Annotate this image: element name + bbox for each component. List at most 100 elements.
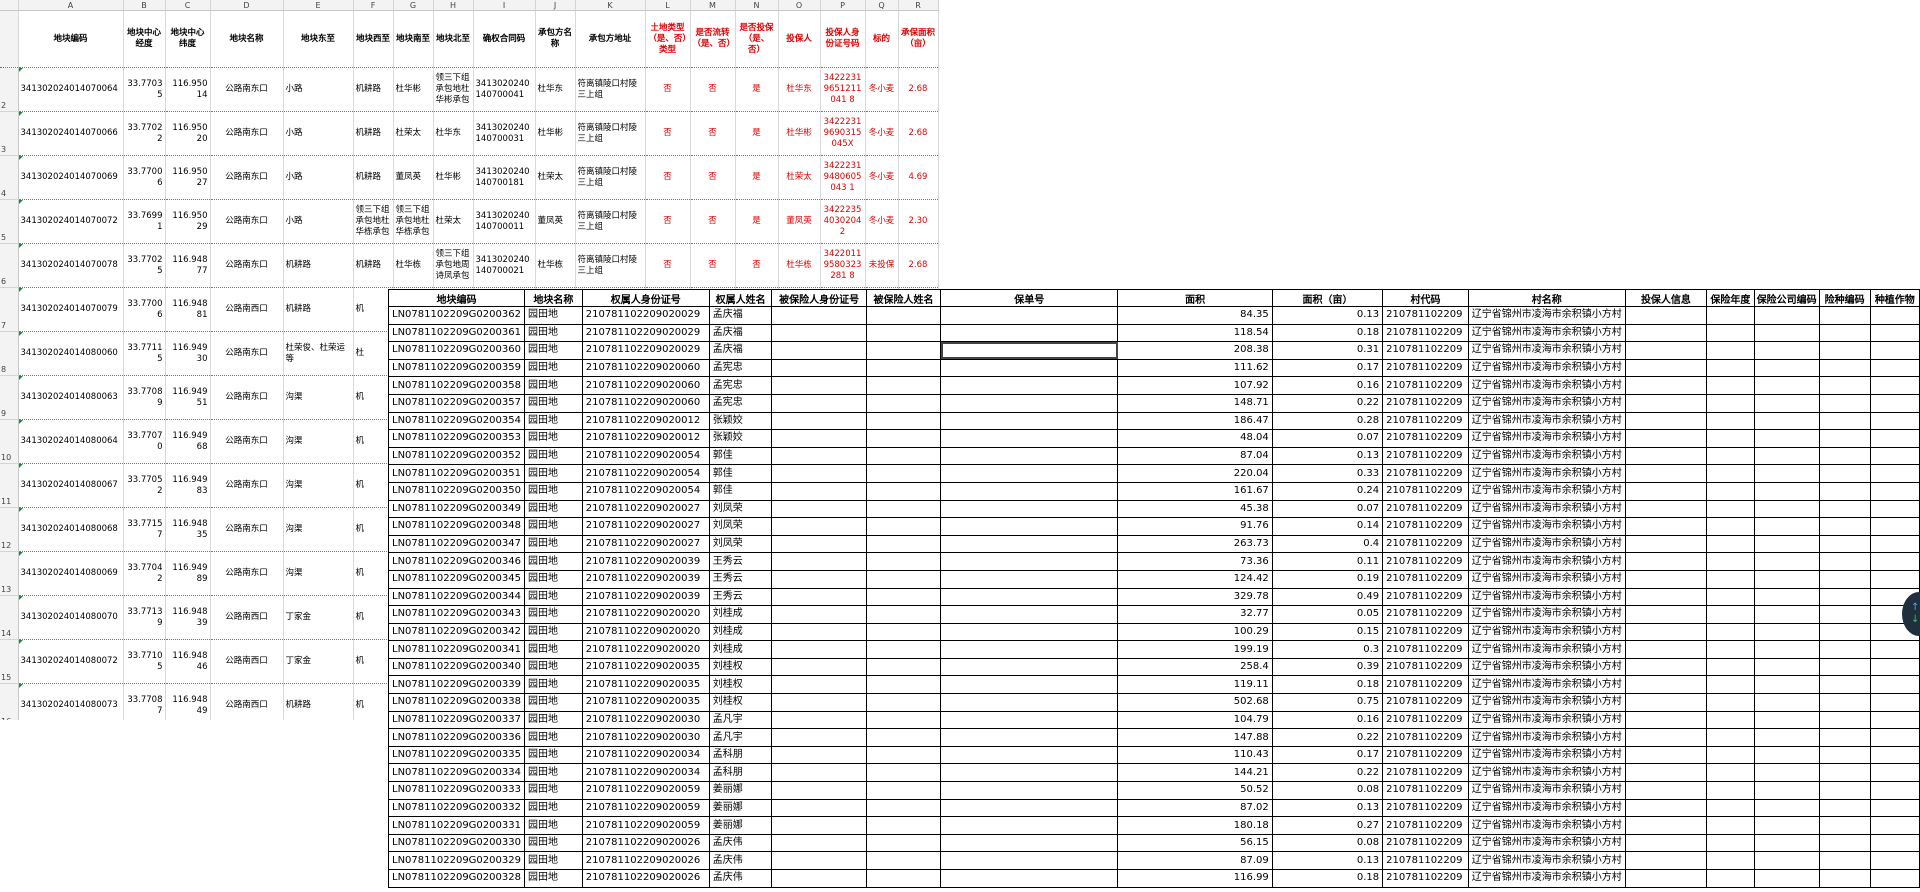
table-cell[interactable]: 48.04 bbox=[1117, 429, 1273, 448]
table-cell[interactable] bbox=[771, 306, 867, 325]
table-cell[interactable] bbox=[1706, 622, 1755, 642]
table-cell[interactable] bbox=[1753, 358, 1820, 378]
table-cell[interactable] bbox=[771, 728, 867, 747]
table-cell[interactable]: 0.05 bbox=[1271, 605, 1384, 624]
table-cell[interactable] bbox=[1869, 481, 1920, 501]
table-cell[interactable] bbox=[865, 781, 942, 800]
table-cell[interactable]: 辽宁省锦州市凌海市余积镇小方村 bbox=[1467, 534, 1626, 554]
table-cell[interactable]: 210781102209020029 bbox=[581, 323, 710, 343]
table-cell[interactable]: LN0781102209G0200362 bbox=[388, 306, 525, 325]
table-cell[interactable]: 210781102209 bbox=[1382, 675, 1469, 695]
table-cell[interactable]: 3413020240140700181 bbox=[473, 155, 536, 200]
table-cell[interactable] bbox=[1706, 376, 1755, 395]
table-cell[interactable] bbox=[771, 393, 867, 413]
table-cell[interactable]: 姜丽娜 bbox=[708, 781, 773, 800]
column-letter[interactable]: A bbox=[18, 0, 124, 11]
table-cell[interactable]: LN0781102209G0200337 bbox=[388, 710, 525, 730]
table-cell[interactable]: 0.19 bbox=[1271, 569, 1384, 589]
table-cell[interactable]: 116.94989 bbox=[165, 551, 211, 596]
table-cell[interactable]: 33.77006 bbox=[123, 287, 166, 332]
table-cell[interactable] bbox=[865, 763, 942, 783]
column-header[interactable]: 投保人 bbox=[778, 10, 821, 68]
table-cell[interactable] bbox=[865, 816, 942, 835]
table-cell[interactable]: 沟渠 bbox=[283, 551, 354, 596]
table-cell[interactable]: 园田地 bbox=[523, 358, 583, 378]
row-number[interactable]: 12 bbox=[0, 507, 19, 552]
table-cell[interactable]: 杜荣俊、杜荣运等 bbox=[283, 331, 354, 376]
table-cell[interactable]: 孟宪忠 bbox=[708, 358, 773, 378]
table-cell[interactable]: LN0781102209G0200338 bbox=[388, 693, 525, 712]
table-cell[interactable]: 100.29 bbox=[1117, 622, 1273, 642]
table-cell[interactable] bbox=[1624, 341, 1708, 360]
row-number[interactable]: 15 bbox=[0, 639, 19, 684]
table-cell[interactable] bbox=[1869, 429, 1920, 448]
table-cell[interactable]: 孟凡宇 bbox=[708, 710, 773, 730]
table-cell[interactable] bbox=[1818, 693, 1871, 712]
table-cell[interactable] bbox=[1706, 587, 1755, 607]
table-cell[interactable]: 116.94846 bbox=[165, 639, 211, 684]
table-cell[interactable]: 220.04 bbox=[1117, 464, 1273, 483]
table-cell[interactable] bbox=[865, 622, 942, 642]
table-cell[interactable] bbox=[865, 534, 942, 554]
table-cell[interactable]: 符离镇陵口村陵三上组 bbox=[575, 111, 646, 156]
table-cell[interactable] bbox=[940, 693, 1119, 712]
table-cell[interactable]: 辽宁省锦州市凌海市余积镇小方村 bbox=[1467, 657, 1626, 677]
table-cell[interactable]: 0.08 bbox=[1271, 833, 1384, 853]
table-cell[interactable]: 3413020240140700011 bbox=[473, 199, 536, 244]
table-cell[interactable]: LN0781102209G0200330 bbox=[388, 833, 525, 853]
table-cell[interactable]: 210781102209 bbox=[1382, 464, 1469, 483]
table-cell[interactable]: 210781102209 bbox=[1382, 481, 1469, 501]
table-cell[interactable] bbox=[1818, 833, 1871, 853]
table-cell[interactable]: LN0781102209G0200357 bbox=[388, 393, 525, 413]
table-cell[interactable]: 87.02 bbox=[1117, 798, 1273, 818]
table-cell[interactable] bbox=[771, 569, 867, 589]
table-cell[interactable]: 公路南西口 bbox=[210, 639, 284, 684]
table-cell[interactable]: 0.3 bbox=[1271, 640, 1384, 659]
table-cell[interactable]: 3413020240140700041 bbox=[473, 67, 536, 112]
table-cell[interactable]: 210781102209 bbox=[1382, 833, 1469, 853]
column-header[interactable]: 确权合同码 bbox=[473, 10, 536, 68]
table-cell[interactable] bbox=[1818, 464, 1871, 483]
table-cell[interactable] bbox=[1624, 376, 1708, 395]
table-cell[interactable]: 107.92 bbox=[1117, 376, 1273, 395]
table-cell[interactable]: 4.69 bbox=[898, 155, 939, 200]
table-cell[interactable] bbox=[1753, 517, 1820, 536]
table-cell[interactable]: 园田地 bbox=[523, 464, 583, 483]
table-cell[interactable]: 0.24 bbox=[1271, 481, 1384, 501]
table-cell[interactable]: 33.77035 bbox=[123, 67, 166, 112]
table-cell[interactable]: 110.43 bbox=[1117, 745, 1273, 765]
table-cell[interactable] bbox=[1706, 798, 1755, 818]
column-header[interactable]: 承包方名称 bbox=[535, 10, 576, 68]
table-cell[interactable]: 34222319690315045X bbox=[820, 111, 866, 156]
table-cell[interactable]: 210781102209020054 bbox=[581, 464, 710, 483]
table-cell[interactable]: 园田地 bbox=[523, 323, 583, 343]
table-cell[interactable] bbox=[865, 675, 942, 695]
column-header[interactable]: 被保险人身份证号 bbox=[771, 289, 867, 307]
table-cell[interactable]: 210781102209020027 bbox=[581, 534, 710, 554]
table-cell[interactable] bbox=[1818, 869, 1871, 888]
column-header[interactable]: 投保人信息 bbox=[1624, 289, 1708, 307]
table-cell[interactable] bbox=[1753, 587, 1820, 607]
table-cell[interactable]: 孟庆伟 bbox=[708, 833, 773, 853]
table-cell[interactable]: 冬小麦 bbox=[865, 111, 899, 156]
table-cell[interactable] bbox=[865, 429, 942, 448]
table-cell[interactable] bbox=[1624, 552, 1708, 571]
table-cell[interactable]: 孟庆福 bbox=[708, 323, 773, 343]
table-cell[interactable] bbox=[1706, 517, 1755, 536]
table-cell[interactable] bbox=[1624, 798, 1708, 818]
table-cell[interactable]: 辽宁省锦州市凌海市余积镇小方村 bbox=[1467, 763, 1626, 783]
column-header[interactable]: 地块北至 bbox=[433, 10, 474, 68]
table-cell[interactable] bbox=[771, 675, 867, 695]
table-cell[interactable] bbox=[1818, 605, 1871, 624]
table-cell[interactable]: 116.94983 bbox=[165, 463, 211, 508]
column-header[interactable]: 面积（亩） bbox=[1271, 289, 1384, 307]
table-cell[interactable] bbox=[1706, 499, 1755, 519]
table-cell[interactable]: 210781102209 bbox=[1382, 358, 1469, 378]
table-cell[interactable]: 园田地 bbox=[523, 763, 583, 783]
column-header[interactable]: 是否流转（是、否） bbox=[690, 10, 736, 68]
table-cell[interactable] bbox=[940, 517, 1119, 536]
table-cell[interactable]: 210781102209020054 bbox=[581, 481, 710, 501]
table-cell[interactable] bbox=[1818, 499, 1871, 519]
table-cell[interactable]: 33.77115 bbox=[123, 331, 166, 376]
table-cell[interactable]: 沟渠 bbox=[283, 375, 354, 420]
